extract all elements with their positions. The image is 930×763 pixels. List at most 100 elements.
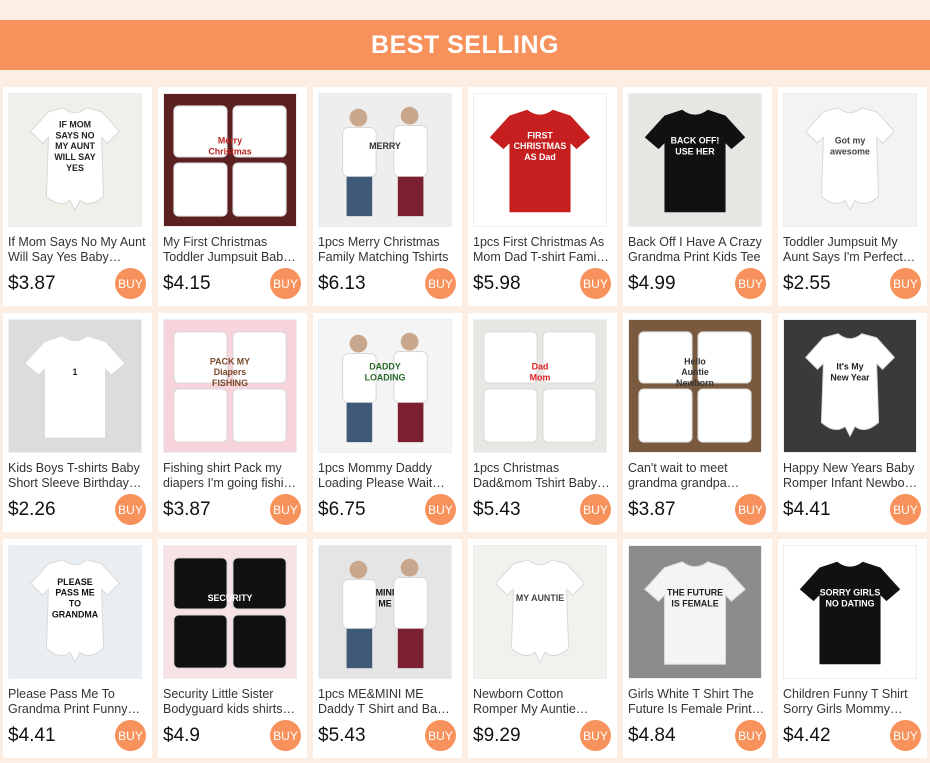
product-image[interactable]: PACK MY Diapers FISHING	[163, 319, 297, 453]
product-card[interactable]: MY AUNTIE Newborn Cotton Romper My Auntie…	[468, 539, 617, 758]
product-title[interactable]: Girls White T Shirt The Future Is Female…	[628, 687, 766, 717]
buy-button[interactable]: BUY	[735, 720, 766, 751]
product-image[interactable]: Merry Christmas	[163, 93, 297, 227]
svg-text:Mom: Mom	[530, 373, 551, 383]
product-card[interactable]: BACK OFF! USE HER Back Off I Have A Crazy …	[623, 87, 772, 306]
product-card[interactable]: THE FUTURE IS FEMALE Girls White T Shirt T…	[623, 539, 772, 758]
product-image[interactable]: MINI ME	[318, 545, 452, 679]
product-title[interactable]: Please Pass Me To Grandma Print Funny Ba…	[8, 687, 146, 717]
product-title[interactable]: Children Funny T Shirt Sorry Girls Mommy…	[783, 687, 921, 717]
svg-text:WILL SAY: WILL SAY	[54, 152, 95, 162]
product-card[interactable]: Dad Mom 1pcs Christmas Dad&mom Tshirt Baby…	[468, 313, 617, 532]
product-card[interactable]: PLEASE PASS ME TO GRANDMA Please Pass Me To …	[3, 539, 152, 758]
product-title[interactable]: Security Little Sister Bodyguard kids sh…	[163, 687, 301, 717]
product-title[interactable]: My First Christmas Toddler Jumpsuit Baby…	[163, 235, 301, 265]
svg-text:LOADING: LOADING	[365, 373, 406, 383]
buy-button[interactable]: BUY	[735, 494, 766, 525]
banner-title: BEST SELLING	[371, 30, 559, 59]
product-image[interactable]: BACK OFF! USE HER	[628, 93, 762, 227]
product-image[interactable]: It's My New Year	[783, 319, 917, 453]
product-image[interactable]: MERRY	[318, 93, 452, 227]
buy-button[interactable]: BUY	[115, 494, 146, 525]
buy-button[interactable]: BUY	[890, 494, 921, 525]
product-card[interactable]: IF MOM SAYS NO MY AUNT WILL SAY YES If Mom Sa…	[3, 87, 152, 306]
product-price: $3.87	[8, 273, 56, 294]
buy-button[interactable]: BUY	[270, 494, 301, 525]
product-price: $4.9	[163, 725, 200, 746]
product-image[interactable]: IF MOM SAYS NO MY AUNT WILL SAY YES	[8, 93, 142, 227]
svg-text:THE FUTURE: THE FUTURE	[667, 588, 723, 598]
buy-button[interactable]: BUY	[890, 268, 921, 299]
product-card[interactable]: 1 Kids Boys T-shirts Baby Short Sleeve Bi…	[3, 313, 152, 532]
svg-text:USE HER: USE HER	[675, 147, 715, 157]
product-image[interactable]: SECURITY	[163, 545, 297, 679]
product-image[interactable]: 1	[8, 319, 142, 453]
product-title[interactable]: Fishing shirt Pack my diapers I'm going …	[163, 461, 301, 491]
product-card[interactable]: SORRY GIRLS NO DATING Children Funny T Shi…	[778, 539, 927, 758]
product-title[interactable]: Can't wait to meet grandma grandpa Pregn…	[628, 461, 766, 491]
product-price: $4.99	[628, 273, 676, 294]
buy-button[interactable]: BUY	[425, 720, 456, 751]
svg-text:GRANDMA: GRANDMA	[52, 609, 99, 619]
buy-button[interactable]: BUY	[115, 268, 146, 299]
product-image[interactable]: SORRY GIRLS NO DATING	[783, 545, 917, 679]
product-price: $3.87	[628, 499, 676, 520]
product-image[interactable]: THE FUTURE IS FEMALE	[628, 545, 762, 679]
svg-text:SECURITY: SECURITY	[208, 593, 253, 603]
product-image[interactable]: Hello Auntie Newborn	[628, 319, 762, 453]
svg-text:1: 1	[73, 367, 78, 377]
product-title[interactable]: 1pcs Merry Christmas Family Matching Tsh…	[318, 235, 456, 265]
svg-text:TO: TO	[69, 599, 81, 609]
product-title[interactable]: Back Off I Have A Crazy Grandma Print Ki…	[628, 235, 766, 265]
product-price: $6.75	[318, 499, 366, 520]
buy-button[interactable]: BUY	[115, 720, 146, 751]
svg-text:NO DATING: NO DATING	[825, 599, 874, 609]
product-title[interactable]: Happy New Years Baby Romper Infant Newbo…	[783, 461, 921, 491]
svg-text:Got my: Got my	[835, 136, 866, 146]
product-card[interactable]: FIRST CHRISTMAS AS Dad 1pcs First Christmas…	[468, 87, 617, 306]
best-selling-banner: BEST SELLING	[0, 20, 930, 70]
product-card[interactable]: PACK MY Diapers FISHING Fishing shirt Pack …	[158, 313, 307, 532]
product-price: $4.84	[628, 725, 676, 746]
product-card[interactable]: Got my awesome Toddler Jumpsuit My Aunt Sa…	[778, 87, 927, 306]
svg-text:FIRST: FIRST	[527, 130, 553, 140]
product-title[interactable]: Kids Boys T-shirts Baby Short Sleeve Bir…	[8, 461, 146, 491]
product-title[interactable]: If Mom Says No My Aunt Will Say Yes Baby…	[8, 235, 146, 265]
svg-text:YES: YES	[66, 163, 84, 173]
product-title[interactable]: 1pcs Mommy Daddy Loading Please Wait Fam…	[318, 461, 456, 491]
svg-text:awesome: awesome	[830, 147, 870, 157]
buy-button[interactable]: BUY	[270, 720, 301, 751]
product-title[interactable]: 1pcs First Christmas As Mom Dad T-shirt …	[473, 235, 611, 265]
buy-button[interactable]: BUY	[580, 720, 611, 751]
svg-text:CHRISTMAS: CHRISTMAS	[514, 141, 567, 151]
product-card[interactable]: It's My New Year Happy New Years Baby Romp…	[778, 313, 927, 532]
product-image[interactable]: FIRST CHRISTMAS AS Dad	[473, 93, 607, 227]
product-card[interactable]: MERRY 1pcs Merry Christmas Family Matchin…	[313, 87, 462, 306]
product-title[interactable]: 1pcs Christmas Dad&mom Tshirt Baby Rompe…	[473, 461, 611, 491]
buy-button[interactable]: BUY	[890, 720, 921, 751]
product-price: $3.87	[163, 499, 211, 520]
product-image[interactable]: Got my awesome	[783, 93, 917, 227]
product-image[interactable]: MY AUNTIE	[473, 545, 607, 679]
product-card[interactable]: Merry Christmas My First Christmas Toddler…	[158, 87, 307, 306]
svg-text:Hello: Hello	[684, 356, 706, 366]
buy-button[interactable]: BUY	[580, 494, 611, 525]
product-card[interactable]: SECURITY Security Little Sister Bodyguard…	[158, 539, 307, 758]
svg-text:SAYS NO: SAYS NO	[55, 130, 94, 140]
product-card[interactable]: MINI ME 1pcs ME&MINI ME Daddy T Shirt and …	[313, 539, 462, 758]
buy-button[interactable]: BUY	[425, 268, 456, 299]
buy-button[interactable]: BUY	[425, 494, 456, 525]
product-image[interactable]: DADDY LOADING	[318, 319, 452, 453]
product-image[interactable]: Dad Mom	[473, 319, 607, 453]
svg-text:Christmas: Christmas	[208, 147, 251, 157]
buy-button[interactable]: BUY	[270, 268, 301, 299]
buy-button[interactable]: BUY	[580, 268, 611, 299]
product-title[interactable]: Toddler Jumpsuit My Aunt Says I'm Perfec…	[783, 235, 921, 265]
product-title[interactable]: 1pcs ME&MINI ME Daddy T Shirt and Baby R…	[318, 687, 456, 717]
product-card[interactable]: Hello Auntie Newborn Can't wait to meet gra…	[623, 313, 772, 532]
svg-text:MERRY: MERRY	[369, 141, 401, 151]
product-title[interactable]: Newborn Cotton Romper My Auntie Loves Me…	[473, 687, 611, 717]
buy-button[interactable]: BUY	[735, 268, 766, 299]
product-card[interactable]: DADDY LOADING 1pcs Mommy Daddy Loading Ple…	[313, 313, 462, 532]
product-image[interactable]: PLEASE PASS ME TO GRANDMA	[8, 545, 142, 679]
